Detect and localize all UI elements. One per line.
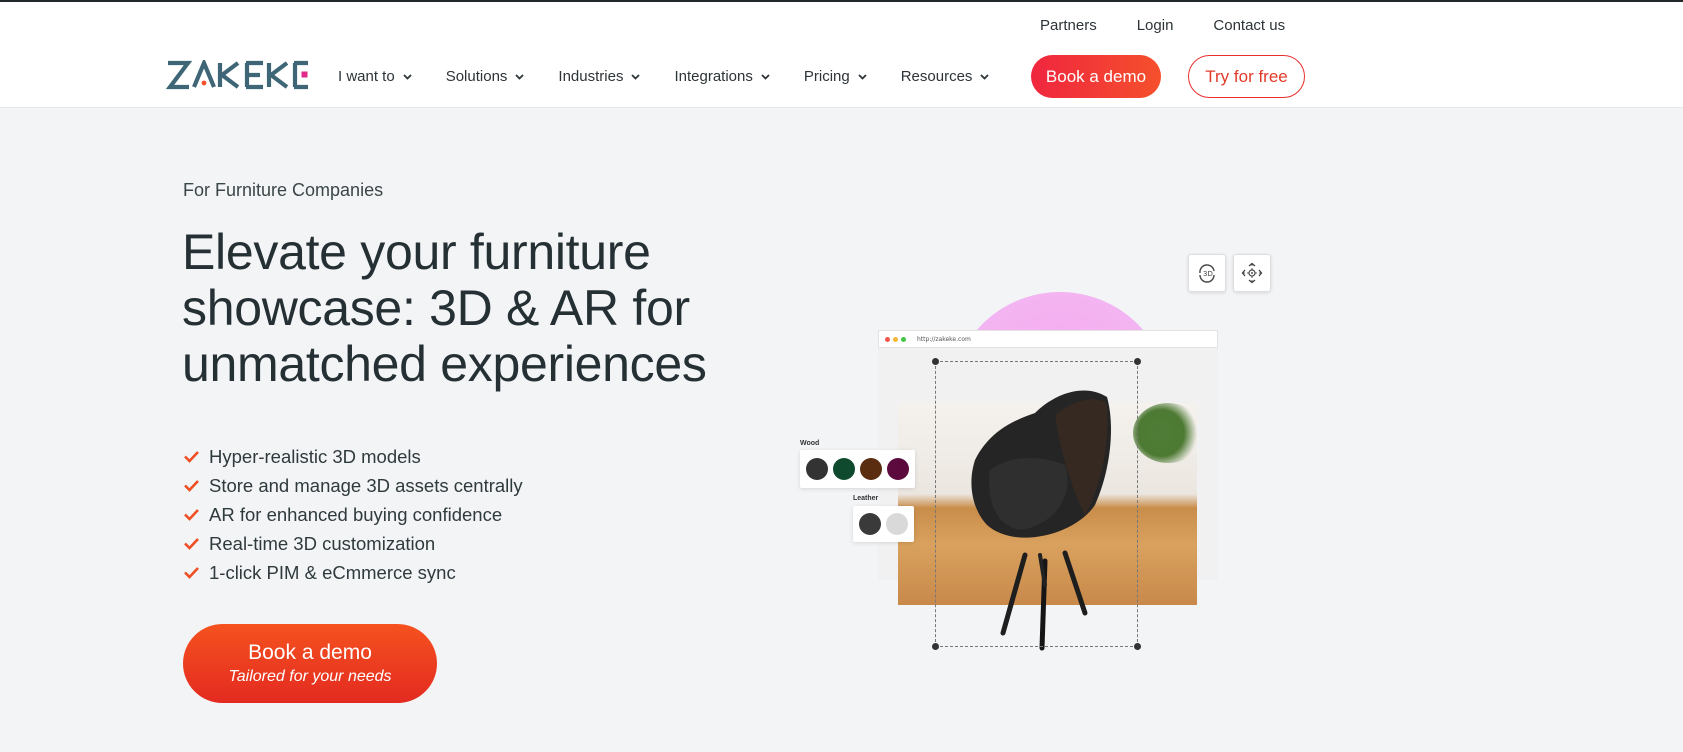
hero-eyebrow: For Furniture Companies	[183, 180, 384, 200]
selection-box	[932, 358, 1141, 650]
feature-label: Hyper-realistic 3D models	[209, 445, 421, 467]
chevron-down-icon	[403, 73, 412, 80]
leather-swatch[interactable]	[859, 513, 881, 535]
resize-handle[interactable]	[1134, 358, 1141, 365]
login-link[interactable]: Login	[1137, 17, 1174, 34]
nav-label: Pricing	[803, 68, 850, 85]
contact-us-link[interactable]: Contact us	[1213, 17, 1285, 34]
check-icon	[184, 538, 199, 550]
nav-i-want-to[interactable]: I want to	[338, 68, 412, 85]
nav-label: Industries	[558, 68, 624, 85]
hero-book-demo-button[interactable]: Book a demo Tailored for your needs	[183, 624, 437, 703]
nav-label: Solutions	[445, 68, 508, 85]
cta-main-label: Book a demo	[248, 640, 372, 664]
feature-item: Hyper-realistic 3D models	[183, 442, 523, 471]
main-nav: I want to Solutions Industries Integrati…	[338, 68, 1023, 85]
nav-label: Integrations	[674, 68, 753, 85]
resize-handle[interactable]	[932, 358, 939, 365]
feature-label: Real-time 3D customization	[209, 532, 436, 554]
chevron-down-icon	[980, 73, 990, 80]
nav-label: Resources	[900, 68, 973, 85]
utility-nav: Partners Login Contact us	[1040, 17, 1285, 34]
wood-label: Wood	[800, 440, 820, 447]
book-demo-button[interactable]: Book a demo	[1031, 55, 1161, 98]
chevron-down-icon	[761, 73, 770, 80]
feature-label: Store and manage 3D assets centrally	[209, 474, 523, 496]
check-icon	[184, 509, 199, 521]
cta-sub-label: Tailored for your needs	[228, 667, 392, 685]
window-minimize-dot	[893, 336, 898, 342]
browser-url: http://zakeke.com	[917, 335, 971, 343]
try-free-button[interactable]: Try for free	[1188, 55, 1305, 98]
leather-swatch[interactable]	[886, 513, 908, 535]
nav-industries[interactable]: Industries	[558, 68, 641, 85]
nav-pricing[interactable]: Pricing	[804, 68, 867, 85]
expand-arrows-icon[interactable]	[1233, 254, 1271, 292]
window-maximize-dot	[901, 336, 906, 342]
chevron-down-icon	[515, 73, 525, 80]
resize-handle[interactable]	[932, 643, 939, 650]
feature-item: Store and manage 3D assets centrally	[183, 471, 523, 500]
zakeke-logo[interactable]	[166, 60, 310, 90]
feature-label: AR for enhanced buying confidence	[209, 503, 503, 525]
chevron-down-icon	[858, 73, 867, 80]
nav-solutions[interactable]: Solutions	[446, 68, 525, 85]
feature-item: AR for enhanced buying confidence	[183, 500, 523, 529]
rotate-3d-icon[interactable]: 3D	[1188, 254, 1226, 292]
product-illustration: 3D http://zakeke.com Wood Leather	[790, 250, 1290, 660]
svg-text:3D: 3D	[1203, 270, 1213, 278]
nav-resources[interactable]: Resources	[901, 68, 990, 85]
nav-integrations[interactable]: Integrations	[674, 68, 770, 85]
leather-label: Leather	[853, 495, 879, 502]
plant-image	[1133, 403, 1197, 463]
check-icon	[184, 451, 199, 463]
feature-list: Hyper-realistic 3D models Store and mana…	[183, 442, 523, 587]
wood-swatch[interactable]	[833, 458, 855, 480]
wood-swatch-card	[800, 450, 915, 488]
wood-swatch[interactable]	[860, 458, 882, 480]
resize-handle[interactable]	[1134, 643, 1141, 650]
leather-swatch-card	[853, 506, 914, 542]
feature-item: 1-click PIM & eCmmerce sync	[183, 558, 523, 587]
chevron-down-icon	[631, 73, 641, 80]
browser-bar: http://zakeke.com	[878, 330, 1218, 348]
site-header: Partners Login Contact us I want to Solu…	[0, 2, 1683, 108]
feature-label: 1-click PIM & eCmmerce sync	[209, 561, 456, 583]
nav-label: I want to	[338, 68, 395, 85]
partners-link[interactable]: Partners	[1040, 17, 1097, 34]
feature-item: Real-time 3D customization	[183, 529, 523, 558]
window-close-dot	[885, 336, 890, 342]
check-icon	[184, 567, 199, 579]
hero-title: Elevate your furniture showcase: 3D & AR…	[182, 224, 707, 392]
wood-swatch[interactable]	[806, 458, 828, 480]
wood-swatch[interactable]	[887, 458, 909, 480]
check-icon	[184, 480, 199, 492]
